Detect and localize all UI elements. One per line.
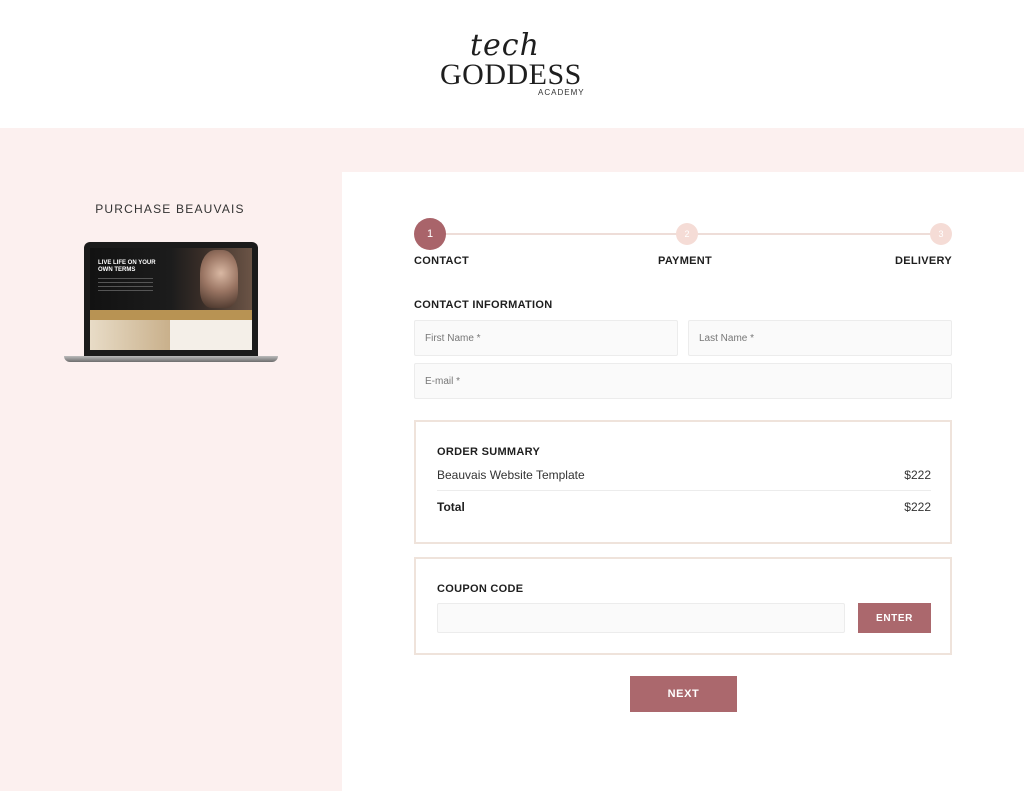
screen-bottom-image [90,320,170,350]
order-summary-box: ORDER SUMMARY Beauvais Website Template … [414,420,952,544]
order-total-row: Total $222 [437,500,931,514]
order-item-price: $222 [904,468,931,482]
next-button[interactable]: NEXT [630,676,737,712]
order-summary-heading: ORDER SUMMARY [437,446,541,458]
step-3-indicator[interactable]: 3 [930,223,952,245]
contact-information-heading: CONTACT INFORMATION [414,299,553,311]
screen-text-lines [98,278,153,292]
step-1-label: CONTACT [414,255,470,267]
order-line-item: Beauvais Website Template $222 [437,468,931,482]
last-name-input[interactable] [688,320,952,356]
email-input[interactable] [414,363,952,399]
step-3-label: DELIVERY [894,255,952,267]
step-2-label: PAYMENT [658,255,713,267]
product-title: PURCHASE BEAUVAIS [95,202,245,216]
first-name-input[interactable] [414,320,678,356]
logo-sub-text: ACADEMY [538,88,585,97]
screen-gold-bar [90,310,252,320]
coupon-code-heading: COUPON CODE [437,583,524,595]
laptop-lid: LIVE LIFE ON YOUR OWN TERMS [84,242,258,356]
step-2-indicator[interactable]: 2 [676,223,698,245]
coupon-box: COUPON CODE ENTER [414,557,952,655]
enter-coupon-button[interactable]: ENTER [858,603,931,633]
screen-portrait [200,250,238,308]
screen-headline: LIVE LIFE ON YOUR OWN TERMS [98,260,156,273]
logo-main-text: GODDESS [440,58,582,91]
product-preview-image: LIVE LIFE ON YOUR OWN TERMS [64,242,278,366]
step-1-indicator[interactable]: 1 [414,218,446,250]
laptop-screen: LIVE LIFE ON YOUR OWN TERMS [90,248,252,350]
site-header: tech GODDESS ACADEMY [0,0,1024,128]
laptop-base [64,356,278,362]
order-total-label: Total [437,500,465,514]
order-divider [437,490,931,491]
coupon-code-input[interactable] [437,603,845,633]
checkout-stepper: 1 2 3 CONTACT PAYMENT DELIVERY [414,218,952,270]
tech-goddess-logo[interactable]: tech GODDESS ACADEMY [440,28,590,100]
order-item-name: Beauvais Website Template [437,468,585,482]
order-total-price: $222 [904,500,931,514]
